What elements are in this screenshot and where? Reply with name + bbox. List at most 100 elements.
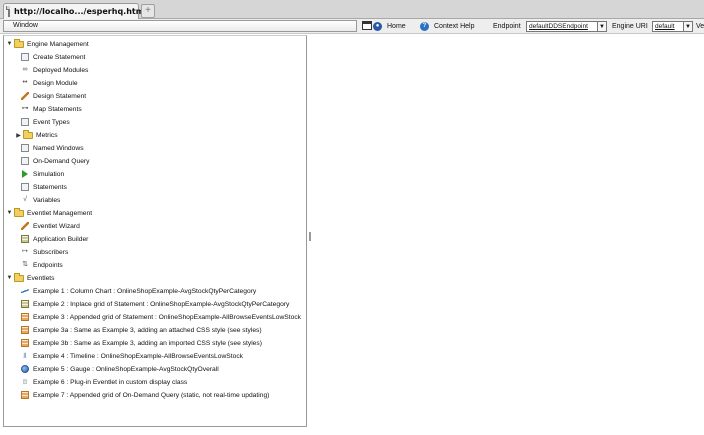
tree-item-label: Example 2 : Inplace grid of Statement : … — [33, 300, 290, 308]
tree-item-example-5[interactable]: Example 5 : Gauge : OnlineShopExample-Av… — [21, 363, 219, 375]
engine-uri-value: default — [655, 23, 675, 30]
tree-item-map-statements[interactable]: ⊶ Map Statements — [21, 103, 82, 115]
tree-item-label: Example 3b : Same as Example 3, adding a… — [33, 339, 262, 347]
tree-item-eventlet-wizard[interactable]: Eventlet Wizard — [21, 220, 80, 232]
tree-item-example-4[interactable]: ⫫ Example 4 : Timeline : OnlineShopExamp… — [21, 350, 243, 362]
tree-item-label: Statements — [33, 183, 67, 191]
timeline-icon: ⫫ — [23, 352, 27, 359]
browser-tab[interactable]: http://localho.../esperhq.html — [3, 3, 147, 19]
dots-icon: •• — [22, 79, 28, 86]
query-icon — [21, 157, 29, 165]
tree-item-deployed-modules[interactable]: ∞ Deployed Modules — [21, 64, 89, 76]
tree-folder-label: Eventlets — [27, 274, 55, 282]
tree-item-label: On-Demand Query — [33, 157, 90, 165]
tree-item-label: Variables — [33, 196, 61, 204]
tree-item-simulation[interactable]: Simulation — [21, 168, 64, 180]
home-icon: ● — [373, 21, 382, 31]
tree-item-application-builder[interactable]: Application Builder — [21, 233, 88, 245]
tree-item-label: Example 1 : Column Chart : OnlineShopExa… — [33, 287, 257, 295]
orange-grid-icon — [21, 313, 29, 321]
endpoint-label: Endpoint — [493, 22, 521, 30]
tree-item-example-6[interactable]: ◫ Example 6 : Plug-in Eventlet in custom… — [21, 376, 188, 388]
window-restore-icon[interactable] — [362, 21, 372, 30]
tree-item-example-3a[interactable]: Example 3a : Same as Example 3, adding a… — [21, 324, 262, 336]
browser-tab-strip: http://localho.../esperhq.html + — [0, 0, 704, 19]
expanded-triangle-icon[interactable]: ▼ — [6, 275, 13, 281]
engine-uri-label: Engine URI — [612, 22, 648, 30]
tree-item-label: Application Builder — [33, 235, 89, 243]
tree-folder-label: Eventlet Management — [27, 209, 93, 217]
tree-item-example-2[interactable]: Example 2 : Inplace grid of Statement : … — [21, 298, 289, 310]
page-icon — [6, 6, 10, 17]
tree-folder-label: Engine Management — [27, 40, 89, 48]
tree-item-label: Map Statements — [33, 105, 82, 113]
home-button[interactable]: ● Home — [373, 20, 406, 32]
endpoint-value: defaultDDSEndpoint — [529, 23, 588, 30]
tree-item-label: Metrics — [36, 131, 58, 139]
tree-item-label: Simulation — [33, 170, 65, 178]
list-icon — [21, 183, 29, 191]
line-chart-icon — [21, 287, 29, 295]
folder-icon — [23, 129, 33, 139]
splitter-handle[interactable] — [309, 232, 311, 241]
tree-folder-engine-management[interactable]: ▼ Engine Management — [6, 38, 89, 50]
new-tab-button[interactable]: + — [141, 4, 155, 18]
tree-folder-eventlets[interactable]: ▼ Eventlets — [6, 272, 55, 284]
endpoint-icon: ⇅ — [22, 261, 28, 268]
document-icon — [21, 53, 29, 61]
window-menu[interactable]: Window — [3, 20, 357, 32]
version-label-truncated: Ve — [696, 22, 704, 30]
tree-item-design-statement[interactable]: Design Statement — [21, 90, 86, 102]
builder-icon — [21, 235, 29, 243]
tree-folder-metrics[interactable]: ▶ Metrics — [15, 129, 58, 141]
home-label: Home — [387, 22, 406, 30]
wand-icon — [21, 222, 29, 230]
map-icon: ⊶ — [21, 105, 29, 112]
tree-item-on-demand-query[interactable]: On-Demand Query — [21, 155, 90, 167]
grid-icon — [21, 300, 29, 308]
context-help-label: Context Help — [434, 22, 475, 30]
tree-item-example-7[interactable]: Example 7 : Appended grid of On-Demand Q… — [21, 389, 269, 401]
tree-item-label: Example 3a : Same as Example 3, adding a… — [33, 326, 262, 334]
folder-icon — [14, 38, 24, 48]
tree-item-endpoints[interactable]: ⇅ Endpoints — [21, 259, 63, 271]
engine-uri-select[interactable]: default ▼ — [652, 21, 693, 32]
subscriber-icon: ↦ — [22, 248, 28, 255]
tree-item-label: Create Statement — [33, 53, 86, 61]
tree-item-example-3b[interactable]: Example 3b : Same as Example 3, adding a… — [21, 337, 262, 349]
variable-icon: √ — [23, 196, 27, 203]
tree-item-label: Example 3 : Appended grid of Statement :… — [33, 313, 302, 321]
tree-item-label: Design Module — [33, 79, 78, 87]
tree-item-label: Endpoints — [33, 261, 63, 269]
expanded-triangle-icon[interactable]: ▼ — [6, 41, 13, 47]
play-icon — [22, 170, 28, 178]
orange-grid-icon — [21, 391, 29, 399]
expanded-triangle-icon[interactable]: ▼ — [6, 210, 13, 216]
folder-icon — [14, 207, 24, 217]
help-icon: ? — [420, 21, 429, 31]
tree-item-subscribers[interactable]: ↦ Subscribers — [21, 246, 68, 258]
tree-item-statements[interactable]: Statements — [21, 181, 67, 193]
tree-item-label: Event Types — [33, 118, 70, 126]
tree-item-example-3[interactable]: Example 3 : Appended grid of Statement :… — [21, 311, 301, 323]
tree-item-label: Example 6 : Plug-in Eventlet in custom d… — [33, 378, 188, 386]
tree-item-label: Deployed Modules — [33, 66, 89, 74]
tree-folder-eventlet-management[interactable]: ▼ Eventlet Management — [6, 207, 92, 219]
tree-item-create-statement[interactable]: Create Statement — [21, 51, 85, 63]
tree-item-label: Subscribers — [33, 248, 69, 256]
tree-item-design-module[interactable]: •• Design Module — [21, 77, 78, 89]
plugin-icon: ◫ — [22, 379, 28, 385]
tree-item-label: Named Windows — [33, 144, 84, 152]
tree-item-label: Example 5 : Gauge : OnlineShopExample-Av… — [33, 365, 219, 373]
tree-item-variables[interactable]: √ Variables — [21, 194, 60, 206]
tree-item-event-types[interactable]: Event Types — [21, 116, 70, 128]
tree-item-named-windows[interactable]: Named Windows — [21, 142, 84, 154]
orange-grid-icon — [21, 339, 29, 347]
context-help-button[interactable]: ? Context Help — [420, 20, 474, 32]
document-icon — [21, 118, 29, 126]
folder-icon — [14, 272, 24, 282]
tree-item-example-1[interactable]: Example 1 : Column Chart : OnlineShopExa… — [21, 285, 256, 297]
pencil-icon — [21, 92, 29, 100]
endpoint-select[interactable]: defaultDDSEndpoint ▼ — [526, 21, 607, 32]
collapsed-triangle-icon[interactable]: ▶ — [15, 132, 22, 139]
